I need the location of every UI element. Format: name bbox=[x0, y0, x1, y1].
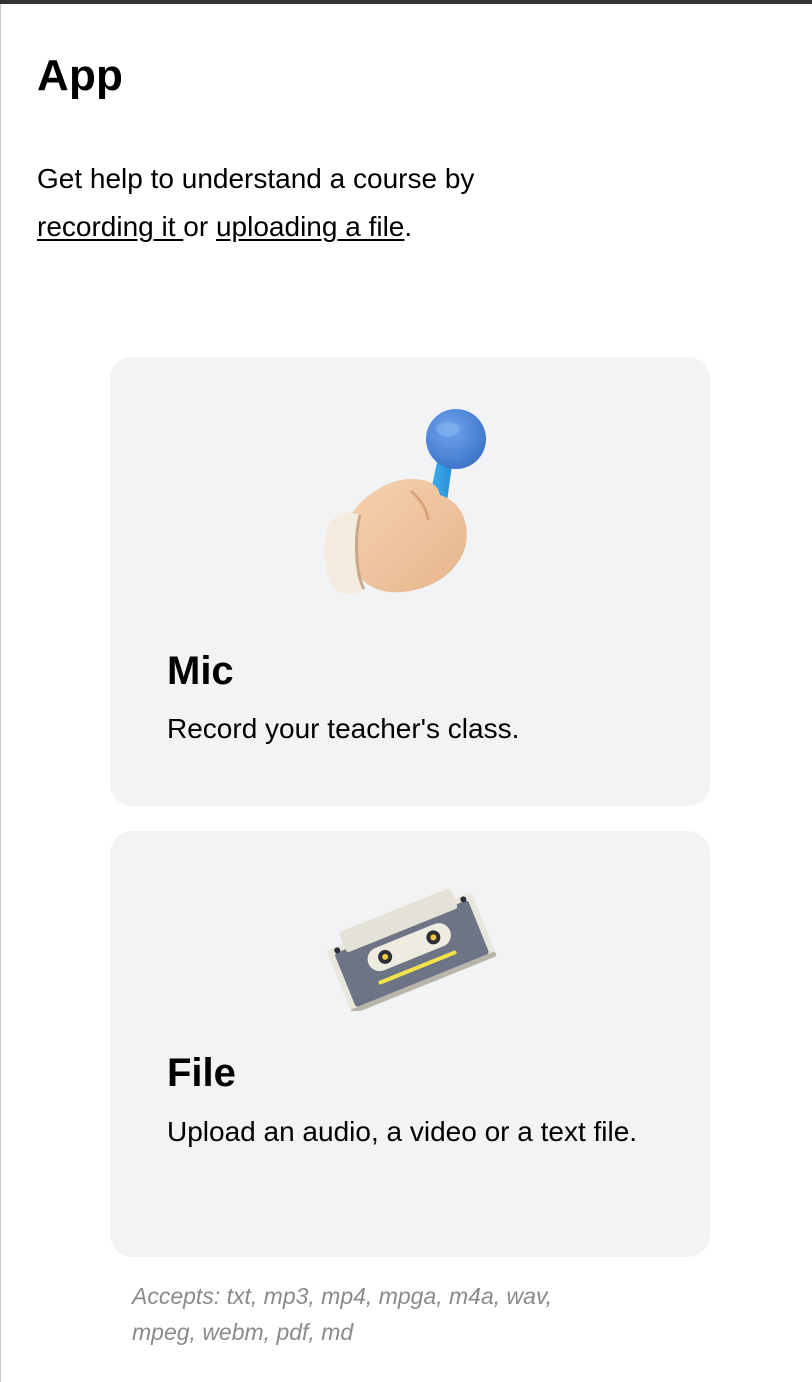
mic-card-description: Record your teacher's class. bbox=[167, 713, 520, 744]
page-title: App bbox=[37, 51, 124, 100]
intro-middle: or bbox=[183, 211, 216, 242]
hand-holding-microphone-icon bbox=[324, 409, 486, 595]
intro-prefix: Get help to understand a course by bbox=[37, 163, 475, 194]
cassette-tape-icon bbox=[327, 888, 497, 1011]
mic-illustration bbox=[110, 407, 710, 607]
file-card-title: File bbox=[167, 1051, 236, 1095]
intro-suffix: . bbox=[404, 211, 413, 242]
recording-link[interactable]: recording it bbox=[37, 211, 183, 242]
file-card-description: Upload an audio, a video or a text file. bbox=[167, 1116, 638, 1147]
file-card[interactable]: File Upload an audio, a video or a text … bbox=[110, 831, 710, 1257]
window-top-border bbox=[0, 0, 812, 4]
mic-card-title: Mic bbox=[167, 649, 234, 693]
intro-text: Get help to understand a course by recor… bbox=[37, 155, 557, 251]
mic-card[interactable]: Mic Record your teacher's class. bbox=[110, 357, 710, 806]
file-illustration bbox=[110, 881, 710, 1011]
uploading-link[interactable]: uploading a file bbox=[216, 211, 404, 242]
accepted-formats-note: Accepts: txt, mp3, mp4, mpga, m4a, wav, … bbox=[132, 1283, 553, 1345]
window-left-border bbox=[0, 4, 1, 1382]
